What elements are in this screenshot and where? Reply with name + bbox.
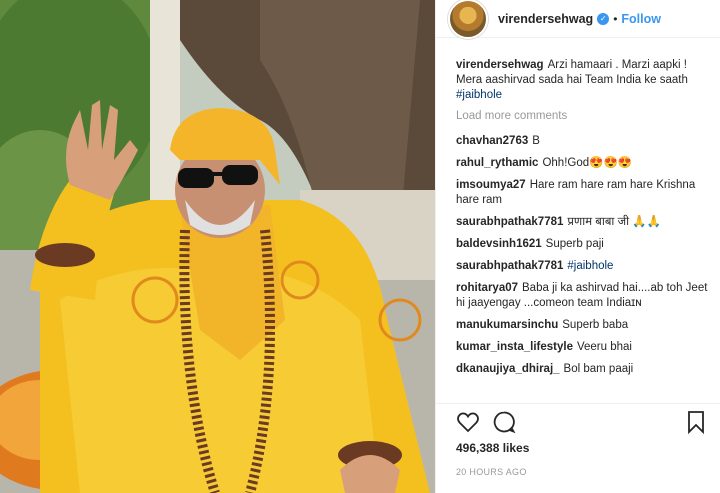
action-bar xyxy=(436,403,720,439)
instagram-post: virendersehwag ✓ • Follow virendersehwag… xyxy=(0,0,720,493)
comment-text: Superb baba xyxy=(562,319,629,331)
verified-badge-icon: ✓ xyxy=(597,12,610,25)
comment: imsoumya27 Hare ram hare ram hare Krishna… xyxy=(456,178,710,208)
comment-text: प्रणाम बाबा जी 🙏🙏 xyxy=(567,216,661,228)
comment: baldevsinh1621 Superb paji xyxy=(456,237,710,252)
bookmark-icon[interactable] xyxy=(684,410,708,434)
comment-hashtag[interactable]: #jaibhole xyxy=(567,260,613,272)
post-header: virendersehwag ✓ • Follow xyxy=(436,0,720,39)
comment: chavhan2763 B xyxy=(456,134,710,149)
post-author[interactable]: virendersehwag xyxy=(498,12,593,26)
comment: saurabhpathak7781 #jaibhole xyxy=(456,259,710,274)
like-count[interactable]: 496,388 likes xyxy=(436,439,720,455)
comment-text: Ohh!God😍😍😍 xyxy=(542,157,633,169)
separator: • xyxy=(613,11,618,26)
comment-user[interactable]: manukumarsinchu xyxy=(456,319,558,331)
post-photo[interactable] xyxy=(0,0,435,493)
comment-user[interactable]: rohitarya07 xyxy=(456,282,518,294)
comment-user[interactable]: rahul_rythamic xyxy=(456,157,538,169)
comment: kumar_insta_lifestyle Veeru bhai xyxy=(456,340,710,355)
comment-user[interactable]: kumar_insta_lifestyle xyxy=(456,341,573,353)
comment: dkanaujiya_dhiraj_ Bol bam paaji xyxy=(456,362,710,377)
photo-illustration xyxy=(0,0,435,493)
follow-button[interactable]: Follow xyxy=(621,12,661,26)
heart-icon[interactable] xyxy=(456,410,480,434)
comment: rohitarya07 Baba ji ka ashirvad hai....ab… xyxy=(456,281,710,311)
load-more-comments-button[interactable]: Load more comments xyxy=(456,110,710,122)
comment-user[interactable]: chavhan2763 xyxy=(456,135,528,147)
comment-text: Veeru bhai xyxy=(576,341,632,353)
bottom-spacer xyxy=(436,477,720,493)
comment-icon[interactable] xyxy=(492,410,516,434)
post-panel: virendersehwag ✓ • Follow virendersehwag… xyxy=(435,0,720,493)
caption-user[interactable]: virendersehwag xyxy=(456,59,544,71)
comment-user[interactable]: saurabhpathak7781 xyxy=(456,260,563,272)
comment-text: Bol bam paaji xyxy=(563,363,634,375)
comment-user[interactable]: baldevsinh1621 xyxy=(456,238,542,250)
comment-user[interactable]: imsoumya27 xyxy=(456,179,526,191)
post-timestamp: 20 HOURS AGO xyxy=(456,467,527,477)
comment-text: Superb paji xyxy=(545,238,604,250)
caption-hashtag[interactable]: #jaibhole xyxy=(456,89,502,101)
comment: manukumarsinchu Superb baba xyxy=(456,318,710,333)
comment-user[interactable]: saurabhpathak7781 xyxy=(456,216,563,228)
avatar[interactable] xyxy=(448,0,488,39)
comment: saurabhpathak7781 प्रणाम बाबा जी 🙏🙏 xyxy=(456,215,710,230)
comment-text: B xyxy=(532,135,540,147)
comment-list: virendersehwag Arzi hamaari . Marzi aapki… xyxy=(436,38,720,403)
comment: rahul_rythamic Ohh!God😍😍😍 xyxy=(456,156,710,171)
comment-user[interactable]: dkanaujiya_dhiraj_ xyxy=(456,363,560,375)
caption: virendersehwag Arzi hamaari . Marzi aapki… xyxy=(456,58,710,103)
